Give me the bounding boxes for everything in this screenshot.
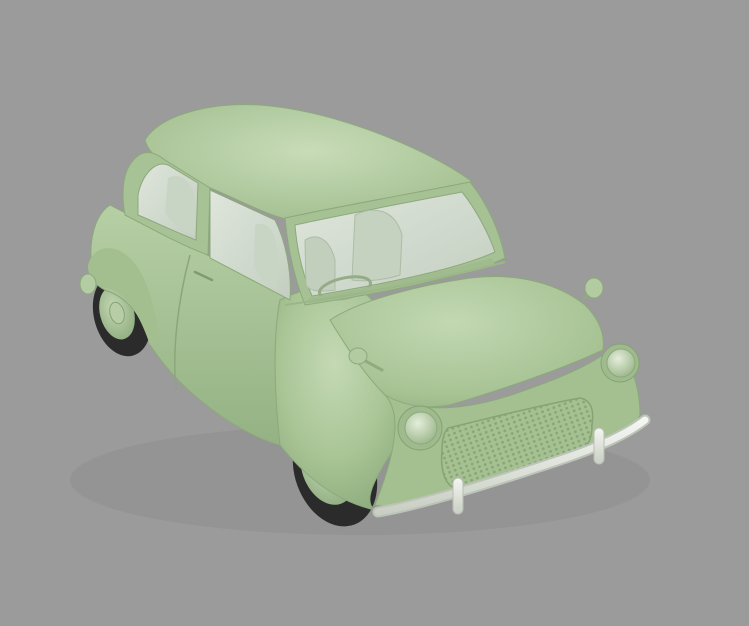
3d-viewport [0, 0, 749, 626]
front-seat-right [351, 209, 403, 282]
headlight-left [397, 405, 443, 451]
headlight-right [600, 343, 640, 383]
rear-bumper [79, 273, 97, 295]
car-model-render [70, 104, 651, 535]
mirror-right [582, 277, 604, 300]
